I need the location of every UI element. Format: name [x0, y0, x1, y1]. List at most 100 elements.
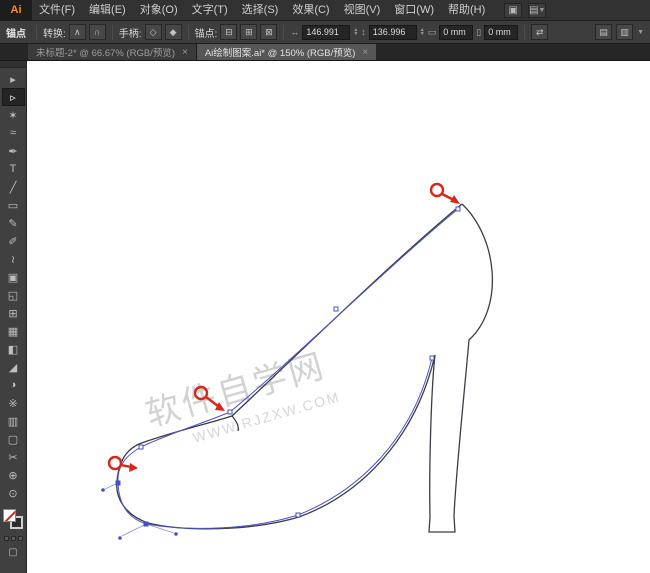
direct-selection-tool[interactable]: ▹ — [2, 88, 25, 106]
width-tool[interactable]: ≀ — [2, 250, 25, 268]
app-logo: Ai — [0, 0, 32, 21]
blend-tool[interactable]: ◑ — [2, 376, 25, 394]
artboard-tool[interactable]: ▢ — [2, 430, 25, 448]
slice-tool[interactable]: ✂ — [2, 448, 25, 466]
tools-panel-header[interactable] — [0, 61, 26, 68]
pencil-tool[interactable]: ✐ — [2, 232, 25, 250]
handle-dot[interactable] — [118, 536, 122, 540]
menu-object[interactable]: 对象(O) — [133, 0, 185, 21]
height-field[interactable] — [484, 25, 518, 40]
column-graph-tool[interactable]: ▥ — [2, 412, 25, 430]
rectangle-tool[interactable]: ▭ — [2, 196, 25, 214]
menu-items: 文件(F)编辑(E)对象(O)文字(T)选择(S)效果(C)视图(V)窗口(W)… — [32, 0, 492, 21]
convert-to-corner-button[interactable]: ∧ — [69, 24, 86, 40]
bezier-handles — [101, 483, 178, 540]
chevron-down-icon: ▼ — [637, 29, 644, 36]
selection-tool[interactable]: ▸ — [2, 70, 25, 88]
menu-file[interactable]: 文件(F) — [32, 0, 82, 21]
control-bar: 锚点 转换: ∧ ∩ 手柄: ◇ ◆ 锚点: ⊟ ⊞ ⊠ ↔ ▲▼ ↕ ▲▼ ▭… — [0, 21, 650, 44]
artboard[interactable]: 软件自学网 WWW.RJZXW.COM — [27, 61, 650, 573]
fill-stroke-widget[interactable] — [2, 508, 24, 530]
separator — [188, 25, 189, 40]
draw-inside-button[interactable] — [18, 536, 23, 541]
remove-anchor-button[interactable]: ⊟ — [220, 24, 237, 40]
menu-edit[interactable]: 编辑(E) — [82, 0, 133, 21]
tool-list: ▸▹✶≈✒T╱▭✎✐≀▣◱⊞▦◧◢◑※▥▢✂⊕⊙ — [2, 70, 25, 502]
close-icon[interactable]: × — [182, 47, 188, 58]
zoom-tool[interactable]: ⊙ — [2, 484, 25, 502]
cut-path-button[interactable]: ⊠ — [260, 24, 277, 40]
annotation-arrow-toe — [109, 457, 138, 472]
close-icon[interactable]: × — [362, 47, 368, 58]
control-panel-title: 锚点 — [6, 25, 26, 40]
x-position-field[interactable] — [302, 25, 350, 40]
lasso-tool[interactable]: ≈ — [2, 124, 25, 142]
document-tab-active[interactable]: Ai绘制图案.ai* @ 150% (RGB/预览) × — [197, 44, 376, 60]
handles-label: 手柄: — [119, 25, 142, 40]
symbol-sprayer-tool[interactable]: ※ — [2, 394, 25, 412]
screen-mode-icon[interactable]: ▢ — [8, 547, 17, 558]
anchor-point-selected[interactable] — [144, 522, 148, 526]
tab-title: Ai绘制图案.ai* @ 150% (RGB/预览) — [205, 45, 356, 59]
width-field[interactable] — [439, 25, 473, 40]
anchor-point[interactable] — [139, 445, 143, 449]
transform-panel-button[interactable]: ▤ — [595, 24, 612, 40]
x-stepper[interactable]: ▲▼ — [353, 28, 358, 36]
draw-normal-button[interactable] — [4, 536, 9, 541]
main-area: ▸▹✶≈✒T╱▭✎✐≀▣◱⊞▦◧◢◑※▥▢✂⊕⊙ ▢ 软件自学网 WWW.RJZ… — [0, 61, 650, 573]
gradient-tool[interactable]: ◧ — [2, 340, 25, 358]
anchor-point[interactable] — [228, 410, 232, 414]
mesh-tool[interactable]: ▦ — [2, 322, 25, 340]
document-tab-bar: 未标题-2* @ 66.67% (RGB/预览) × Ai绘制图案.ai* @ … — [0, 44, 650, 61]
align-panel-button[interactable]: ▥ — [616, 24, 633, 40]
handle-dot[interactable] — [101, 488, 105, 492]
menu-effect[interactable]: 效果(C) — [285, 0, 336, 21]
anchor-point[interactable] — [296, 513, 300, 517]
workspace-switcher-icon[interactable]: ▤▼ — [528, 3, 546, 18]
free-transform-tool[interactable]: ▣ — [2, 268, 25, 286]
height-icon: ▯ — [476, 27, 481, 38]
show-handles-button[interactable]: ◇ — [145, 24, 162, 40]
draw-behind-button[interactable] — [11, 536, 16, 541]
document-tab-untitled[interactable]: 未标题-2* @ 66.67% (RGB/预览) × — [28, 44, 197, 60]
fill-swatch-none[interactable] — [3, 509, 16, 522]
constrain-proportions-icon[interactable]: ⇄ — [531, 24, 548, 40]
shape-builder-tool[interactable]: ◱ — [2, 286, 25, 304]
paintbrush-tool[interactable]: ✎ — [2, 214, 25, 232]
menu-type[interactable]: 文字(T) — [185, 0, 235, 21]
illustrator-window: Ai 文件(F)编辑(E)对象(O)文字(T)选择(S)效果(C)视图(V)窗口… — [0, 0, 650, 573]
menu-help[interactable]: 帮助(H) — [441, 0, 492, 21]
tab-title: 未标题-2* @ 66.67% (RGB/预览) — [36, 45, 175, 59]
controlbar-right: ▤ ▥ ▼ — [595, 24, 644, 40]
separator — [112, 25, 113, 40]
y-stepper[interactable]: ▲▼ — [420, 28, 425, 36]
eyedropper-tool[interactable]: ◢ — [2, 358, 25, 376]
separator — [36, 25, 37, 40]
line-segment-tool[interactable]: ╱ — [2, 178, 25, 196]
hide-handles-button[interactable]: ◆ — [165, 24, 182, 40]
perspective-grid-tool[interactable]: ⊞ — [2, 304, 25, 322]
y-position-field[interactable] — [369, 25, 417, 40]
anchor-point[interactable] — [456, 207, 460, 211]
shoe-topline-path[interactable] — [232, 204, 462, 416]
type-tool[interactable]: T — [2, 160, 25, 178]
add-anchor-button[interactable]: ⊞ — [240, 24, 257, 40]
arrange-documents-icon[interactable]: ▣ — [504, 3, 522, 18]
handle-dot[interactable] — [174, 532, 178, 536]
menubar-icons: ▣ ▤▼ — [504, 3, 546, 18]
hand-tool[interactable]: ⊕ — [2, 466, 25, 484]
draw-mode-buttons — [4, 536, 23, 541]
convert-label: 转换: — [43, 25, 66, 40]
anchor-point[interactable] — [430, 356, 434, 360]
separator — [524, 25, 525, 40]
anchor-point[interactable] — [334, 307, 338, 311]
menu-select[interactable]: 选择(S) — [235, 0, 286, 21]
anchor-point-selected[interactable] — [116, 481, 120, 485]
pen-tool[interactable]: ✒ — [2, 142, 25, 160]
width-icon: ▭ — [428, 27, 437, 38]
magic-wand-tool[interactable]: ✶ — [2, 106, 25, 124]
convert-to-smooth-button[interactable]: ∩ — [89, 24, 106, 40]
menu-window[interactable]: 窗口(W) — [387, 0, 441, 21]
none-indicator — [3, 509, 16, 522]
menu-view[interactable]: 视图(V) — [337, 0, 388, 21]
